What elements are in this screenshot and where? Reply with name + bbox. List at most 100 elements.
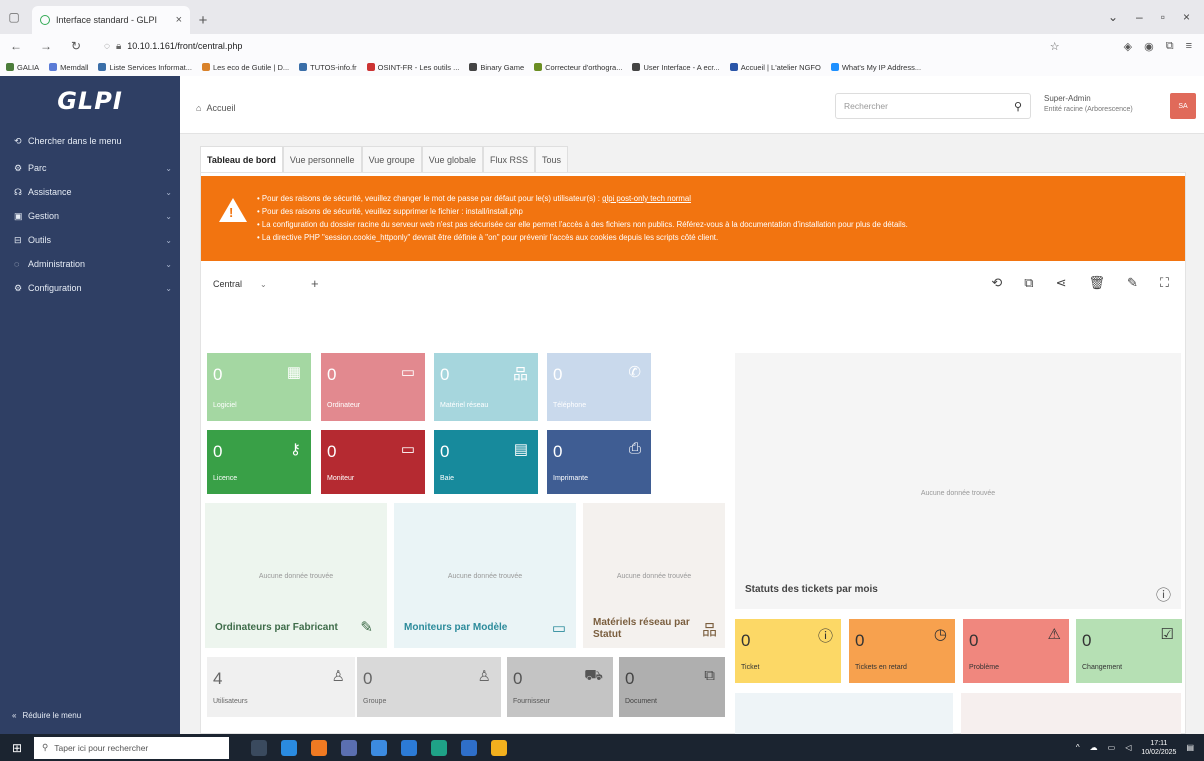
- maximize-icon[interactable]: ▫: [1161, 10, 1165, 24]
- tab-list-icon[interactable]: ▢: [0, 0, 28, 34]
- browser-tab[interactable]: Interface standard - GLPI ×: [32, 6, 190, 34]
- bookmark-item[interactable]: Memdall: [49, 63, 88, 72]
- dashboard-select[interactable]: Central ⌄: [207, 273, 307, 295]
- volume-icon[interactable]: ◁: [1125, 743, 1131, 752]
- ticket-card-retard[interactable]: 0 Tickets en retard ◷: [849, 619, 955, 683]
- search-icon[interactable]: ⚲: [1014, 100, 1022, 113]
- people-card-utilisateurs[interactable]: 4 Utilisateurs ♙: [207, 657, 355, 717]
- sidebar-item-administration[interactable]: ◌ Administration ⌄: [0, 252, 180, 276]
- tab-tableau-de-bord[interactable]: Tableau de bord: [200, 146, 283, 172]
- bookmark-item[interactable]: What's My IP Address...: [830, 63, 921, 72]
- bookmark-item[interactable]: OSINT-FR - Les outils ...: [366, 63, 459, 72]
- sidebar-item-assistance[interactable]: ☊ Assistance ⌄: [0, 180, 180, 204]
- sidebar-item-label: Configuration: [28, 283, 82, 293]
- close-window-icon[interactable]: ×: [1183, 10, 1190, 24]
- url-bar[interactable]: ◌ 🔒︎ 10.10.1.161/front/central.php: [96, 36, 1040, 56]
- asset-card-baie[interactable]: 0 Baie ▤: [434, 430, 538, 494]
- windows-start-icon[interactable]: ⊞: [0, 734, 34, 761]
- bookmark-item[interactable]: TUTOS-info.fr: [299, 63, 357, 72]
- people-card-groupe[interactable]: 0 Groupe ♙: [357, 657, 501, 717]
- people-card-document[interactable]: 0 Document ⧉: [619, 657, 725, 717]
- firefox-icon[interactable]: [311, 739, 327, 756]
- history-icon[interactable]: ⟲: [991, 275, 1002, 291]
- reload-icon[interactable]: ↻: [66, 36, 86, 56]
- app-icon[interactable]: [371, 739, 387, 756]
- notification-icon[interactable]: ▤: [1186, 743, 1194, 752]
- tray-chevron-icon[interactable]: ^: [1076, 743, 1080, 752]
- clock-icon: ◷: [933, 626, 947, 643]
- info-icon[interactable]: ⓘ: [1156, 584, 1171, 605]
- home-tabs: Tableau de bord Vue personnelle Vue grou…: [200, 146, 569, 172]
- share-icon[interactable]: ⋖: [1056, 275, 1067, 291]
- app-icon[interactable]: [401, 739, 417, 756]
- app-icon[interactable]: [341, 739, 357, 756]
- network-icon[interactable]: ▭: [1108, 743, 1116, 752]
- people-card-fournisseur[interactable]: 0 Fournisseur ⛟: [507, 657, 613, 717]
- collapse-menu-button[interactable]: « Réduire le menu: [12, 711, 81, 720]
- tab-dropdown-icon[interactable]: ⌄: [1108, 10, 1118, 24]
- tab-tous[interactable]: Tous: [535, 146, 569, 172]
- asset-card-logiciel[interactable]: 0 Logiciel ▦: [207, 353, 311, 421]
- bookmark-item[interactable]: User Interface - A ecr...: [632, 63, 720, 72]
- chart-card-materiels-statut[interactable]: Aucune donnée trouvée Matériels réseau p…: [583, 503, 725, 648]
- sidebar-item-parc[interactable]: ⚙ Parc ⌄: [0, 156, 180, 180]
- asset-card-materiel-reseau[interactable]: 0 Matériel réseau 品: [434, 353, 538, 421]
- bookmark-item[interactable]: Correcteur d'orthogra...: [534, 63, 622, 72]
- tab-flux-rss[interactable]: Flux RSS: [483, 146, 536, 172]
- bookmark-item[interactable]: Les eco de Gutile | D...: [201, 63, 289, 72]
- menu-icon[interactable]: ≡: [1186, 40, 1192, 53]
- account-icon[interactable]: ◉: [1144, 40, 1154, 53]
- tab-vue-personnelle[interactable]: Vue personnelle: [282, 146, 362, 172]
- new-tab-button[interactable]: +: [190, 6, 216, 34]
- bookmark-item[interactable]: Liste Services Informat...: [98, 63, 192, 72]
- breadcrumb[interactable]: ⌂ Accueil: [196, 103, 235, 113]
- bookmark-item[interactable]: Binary Game: [469, 63, 524, 72]
- avatar[interactable]: SA: [1170, 93, 1196, 119]
- sidebar-item-gestion[interactable]: ▣ Gestion ⌄: [0, 204, 180, 228]
- users-link[interactable]: glpi post-only tech normal: [602, 194, 691, 203]
- forward-icon[interactable]: →: [36, 36, 56, 56]
- bookmark-item[interactable]: Accueil | L'atelier NGFO: [729, 63, 821, 72]
- global-search-input[interactable]: Rechercher ⚲: [835, 93, 1031, 119]
- user-info[interactable]: Super-Admin Entité racine (Arborescence): [1044, 93, 1133, 115]
- extensions-icon[interactable]: ⧉: [1166, 40, 1174, 53]
- task-view-icon[interactable]: [251, 739, 267, 756]
- close-tab-icon[interactable]: ×: [176, 14, 182, 26]
- edit-icon[interactable]: ✎: [1127, 275, 1138, 291]
- bookmark-star-icon[interactable]: ☆: [1050, 40, 1060, 53]
- app-icon[interactable]: [431, 739, 447, 756]
- pocket-icon[interactable]: ◈: [1124, 40, 1132, 53]
- chart-card-ordinateurs-fabricant[interactable]: Aucune donnée trouvée Ordinateurs par Fa…: [205, 503, 387, 648]
- asset-card-ordinateur[interactable]: 0 Ordinateur ▭: [321, 353, 425, 421]
- ticket-card-changement[interactable]: 0 Changement ☑: [1076, 619, 1182, 683]
- add-dashboard-button[interactable]: +: [311, 276, 319, 291]
- asset-card-licence[interactable]: 0 Licence ⚷: [207, 430, 311, 494]
- chevron-down-icon: ⌄: [165, 259, 172, 269]
- file-explorer-icon[interactable]: [491, 739, 507, 756]
- asset-card-moniteur[interactable]: 0 Moniteur ▭: [321, 430, 425, 494]
- edge-icon[interactable]: [281, 739, 297, 756]
- fullscreen-icon[interactable]: ⛶: [1160, 275, 1169, 291]
- tab-vue-globale[interactable]: Vue globale: [421, 146, 483, 172]
- sidebar-item-configuration[interactable]: ⚙ Configuration ⌄: [0, 276, 180, 300]
- bookmark-item[interactable]: GALIA: [6, 63, 39, 72]
- tab-vue-groupe[interactable]: Vue groupe: [361, 146, 422, 172]
- trash-icon[interactable]: 🗑︎: [1088, 275, 1105, 291]
- chart-card-moniteurs-modele[interactable]: Aucune donnée trouvée Moniteurs par Modè…: [394, 503, 576, 648]
- ticket-card-ticket[interactable]: 0 Ticket ⓘ: [735, 619, 841, 683]
- app-icon[interactable]: [461, 739, 477, 756]
- asset-card-telephone[interactable]: 0 Téléphone ✆: [547, 353, 651, 421]
- ticket-card-probleme[interactable]: 0 Problème ⚠: [963, 619, 1069, 683]
- sidebar-item-outils[interactable]: ⊟ Outils ⌄: [0, 228, 180, 252]
- taskbar-search-input[interactable]: ⚲ Taper ici pour rechercher: [34, 736, 229, 759]
- minimize-icon[interactable]: –: [1136, 10, 1143, 24]
- cloud-icon[interactable]: ☁: [1090, 743, 1098, 752]
- chart-card-tickets-par-mois[interactable]: Aucune donnée trouvée Statuts des ticket…: [735, 353, 1181, 609]
- clock[interactable]: 17:11 10/02/2025: [1141, 739, 1176, 757]
- glpi-logo[interactable]: GLPI: [0, 76, 180, 126]
- asset-card-imprimante[interactable]: 0 Imprimante ⎙: [547, 430, 651, 494]
- sidebar-search[interactable]: ⟲ Chercher dans le menu: [0, 126, 180, 156]
- bookmark-label: Liste Services Informat...: [109, 62, 192, 72]
- copy-icon[interactable]: ⧉: [1024, 275, 1033, 291]
- back-icon[interactable]: ←: [6, 36, 26, 56]
